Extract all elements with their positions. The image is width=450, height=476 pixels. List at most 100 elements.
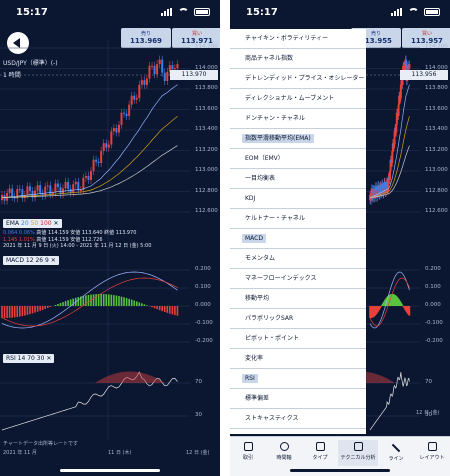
macd-axis-label: -0.100 [425, 320, 443, 326]
layout-icon [427, 442, 437, 451]
tab-line[interactable]: ライン [378, 440, 414, 466]
macd-bar [161, 306, 163, 312]
macd-bar [130, 299, 133, 306]
menu-item[interactable]: 移動平均 [230, 289, 366, 309]
candle-body [115, 128, 118, 133]
tab-layout[interactable]: レイアウト [414, 440, 450, 466]
price-axis-label: 113.800 [195, 85, 218, 91]
ema-period-3: 100 [40, 220, 52, 227]
candle-body [138, 84, 141, 98]
macd-bar [135, 301, 138, 306]
menu-item[interactable]: チャイキン・ボラティリティー [230, 29, 366, 49]
price-axis-label: 113.000 [425, 167, 448, 173]
menu-item-label: 移動平均 [245, 295, 270, 302]
price-axis-label: 114.200 [425, 44, 448, 50]
menu-item[interactable]: ディレクショナル・ムーブメント [230, 89, 366, 109]
candle-body [90, 171, 92, 180]
candle-body [166, 71, 169, 82]
menu-item[interactable]: パラボリックSAR [230, 309, 366, 329]
price-axis-label: 113.800 [425, 85, 448, 91]
macd-bar [151, 306, 153, 308]
ema-period-1: 20 [21, 220, 29, 227]
rsi-period-3: 30 [36, 355, 45, 362]
macd-bar [408, 306, 411, 316]
macd-bar [34, 306, 36, 313]
macd-bar [41, 306, 44, 310]
menu-item[interactable]: MACD [230, 229, 366, 249]
menu-item[interactable]: ドンチャン・チャネル [230, 109, 366, 129]
price-axis-label: 114.000 [195, 64, 218, 71]
menu-item[interactable]: ピボット・ポイント [230, 329, 366, 349]
macd-period-1: 12 [25, 257, 34, 264]
close-icon[interactable]: ✕ [46, 355, 51, 362]
macd-bar [158, 306, 161, 311]
price-axis-label: 113.400 [425, 126, 448, 132]
candle-body [128, 104, 131, 116]
menu-item[interactable]: KDJ [230, 189, 366, 209]
price-axis-label: 113.600 [425, 105, 448, 112]
menu-item[interactable]: ケルトナー・チャネル [230, 209, 366, 229]
candle-body [79, 190, 82, 192]
macd-line [1, 271, 178, 329]
date-axis-day-12: 12 日 (金) [186, 450, 210, 456]
menu-item-label: 商品チャネル指数 [245, 55, 293, 62]
menu-item[interactable]: ストキャスティクス [230, 409, 366, 429]
macd-bar [156, 306, 158, 310]
date-axis-day-12: 12 日 (金) [416, 410, 440, 416]
menu-item[interactable]: EOM（EMV） [230, 149, 366, 169]
trade-icon [243, 442, 253, 451]
menu-item[interactable]: 標準偏差 [230, 389, 366, 409]
macd-bar [3, 306, 6, 318]
menu-item-label: 指数平滑移動平均(EMA) [242, 134, 314, 143]
macd-indicator-header[interactable]: MACD 12 26 9 ✕ [3, 256, 59, 265]
macd-axis-label: -0.200 [425, 338, 443, 344]
macd-bar [77, 297, 80, 306]
candle-body [408, 64, 411, 69]
macd-bar [16, 306, 19, 318]
candle-body [133, 95, 136, 100]
macd-bar [108, 294, 110, 306]
macd-bar [138, 302, 141, 306]
tab-timeframe[interactable]: 時間軸 [266, 440, 302, 466]
candle-body [125, 113, 128, 116]
macd-bar [36, 306, 39, 312]
ema-change: 0.064 [3, 230, 18, 236]
menu-item[interactable]: 商品チャネル指数 [230, 49, 366, 69]
macd-bar [49, 306, 52, 307]
menu-item[interactable]: デトレンディッド・プライス・オシレーター [230, 69, 366, 89]
macd-axis-label: 0.100 [195, 284, 211, 290]
macd-axis-label: -0.100 [195, 320, 213, 326]
price-axis-label: 112.600 [195, 208, 218, 214]
close-icon[interactable]: ✕ [51, 257, 56, 264]
rsi-indicator-header[interactable]: RSI 14 70 30 ✕ [3, 354, 55, 363]
macd-label: MACD [6, 257, 24, 264]
macd-axis-label: -0.200 [195, 338, 213, 344]
range-change: 1.145 [3, 236, 18, 243]
menu-item[interactable]: モメンタム [230, 249, 366, 269]
candle-body [140, 80, 143, 85]
menu-item-label: パラボリックSAR [245, 315, 294, 322]
menu-item[interactable]: 一目均衡表 [230, 169, 366, 189]
candle-body [39, 185, 42, 193]
technical-indicator-menu: チャイキン・ボラティリティー商品チャネル指数デトレンディッド・プライス・オシレー… [230, 29, 366, 434]
candle-body [176, 64, 179, 69]
price-axis-label: 113.400 [195, 126, 218, 132]
candle-body [100, 150, 103, 164]
menu-item[interactable]: マネーフローインデックス [230, 269, 366, 289]
menu-item[interactable]: 指数平滑移動平均(EMA) [230, 129, 366, 149]
close-icon[interactable]: ✕ [54, 220, 59, 227]
menu-item[interactable]: RSI [230, 369, 366, 389]
candle-body [49, 185, 52, 195]
tab-trade[interactable]: 取引 [230, 440, 266, 466]
tab-technical-analysis[interactable]: テクニカル分析 [338, 440, 378, 466]
tab-type[interactable]: タイプ [302, 440, 338, 466]
menu-item-label: マネーフローインデックス [245, 275, 317, 282]
macd-bar [102, 294, 105, 306]
menu-item[interactable]: 変化率 [230, 349, 366, 369]
date-axis-day-11: 11 日 (木) [108, 450, 132, 456]
ema-indicator-header[interactable]: EMA 20 50 100 ✕ [3, 219, 62, 228]
candle-body [120, 112, 123, 125]
candle-body [36, 185, 39, 191]
candle-body [102, 143, 105, 151]
left-screen: 15:17 売り 113.969 買い 113.971 USD/JPY（標準）(… [0, 0, 220, 476]
